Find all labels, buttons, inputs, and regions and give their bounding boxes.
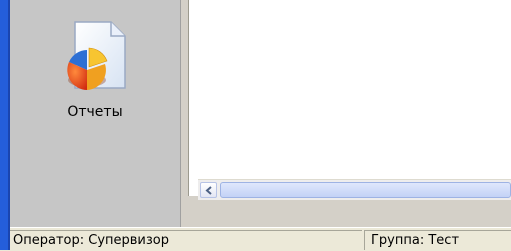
content-frame: [181, 0, 511, 227]
status-operator: Оператор: Супервизор: [10, 230, 362, 250]
navigation-sidebar: Отчеты: [10, 0, 181, 227]
horizontal-scrollbar[interactable]: [198, 179, 511, 200]
status-group: Группа: Тест: [364, 230, 511, 250]
status-bar: Оператор: Супервизор Группа: Тест: [10, 227, 511, 251]
chevron-left-icon: [205, 186, 212, 195]
sidebar-item-reports[interactable]: Отчеты: [10, 0, 180, 140]
main-content-panel: [188, 0, 511, 196]
reports-icon: [67, 21, 126, 90]
scroll-left-button[interactable]: [200, 182, 217, 198]
window-left-border: [0, 0, 10, 250]
scrollbar-thumb[interactable]: [220, 182, 511, 198]
sidebar-item-label: Отчеты: [67, 104, 123, 120]
